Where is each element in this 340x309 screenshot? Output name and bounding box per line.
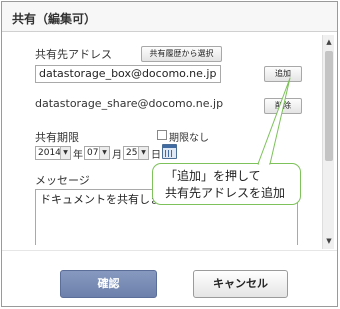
month-select[interactable]: 07 ▼ <box>84 146 110 160</box>
callout-text-line2: 共有先アドレスを追加 <box>165 186 286 200</box>
dialog-title: 共有（編集可） <box>12 12 97 26</box>
confirm-button[interactable]: 確認 <box>60 270 157 298</box>
delete-button[interactable]: 削除 <box>264 98 302 114</box>
chevron-down-icon: ▼ <box>99 147 109 159</box>
scrollbar-thumb[interactable] <box>325 51 333 161</box>
year-select[interactable]: 2014 ▼ <box>35 146 71 160</box>
callout-text-line1: 「追加」を押して <box>165 169 261 183</box>
added-address: datastorage_share@docomo.ne.jp <box>35 97 224 110</box>
day-unit: 日 <box>151 150 161 161</box>
scroll-down-icon[interactable]: ▼ <box>323 235 335 247</box>
history-select-button[interactable]: 共有履歴から選択 <box>141 46 222 62</box>
dialog-content: 共有先アドレス 共有履歴から選択 datastorage_box@docomo.… <box>2 33 324 245</box>
callout-bubble: 「追加」を押して 共有先アドレスを追加 <box>152 163 301 205</box>
day-value: 25 <box>126 148 138 158</box>
month-value: 07 <box>87 148 99 158</box>
chevron-down-icon: ▼ <box>60 147 70 159</box>
title-bar: 共有（編集可） <box>2 2 337 32</box>
address-input[interactable]: datastorage_box@docomo.ne.jp <box>35 65 221 83</box>
add-button[interactable]: 追加 <box>264 66 302 82</box>
day-select[interactable]: 25 ▼ <box>123 146 149 160</box>
calendar-icon[interactable] <box>162 144 177 159</box>
scrollbar[interactable]: ▲ ▼ <box>322 35 334 249</box>
chevron-down-icon: ▼ <box>138 147 148 159</box>
footer-divider <box>2 250 337 251</box>
no-limit-label: 期限なし <box>169 133 209 144</box>
period-label: 共有期限 <box>35 131 79 144</box>
message-label: メッセージ <box>35 174 90 187</box>
scroll-up-icon[interactable]: ▲ <box>323 36 335 48</box>
share-dialog: 共有（編集可） 共有先アドレス 共有履歴から選択 datastorage_box… <box>1 1 338 307</box>
year-unit: 年 <box>73 150 83 161</box>
recipient-label: 共有先アドレス <box>35 48 112 61</box>
year-value: 2014 <box>38 148 61 158</box>
month-unit: 月 <box>112 150 122 161</box>
cancel-button[interactable]: キャンセル <box>193 270 288 298</box>
no-limit-checkbox[interactable] <box>157 130 167 140</box>
